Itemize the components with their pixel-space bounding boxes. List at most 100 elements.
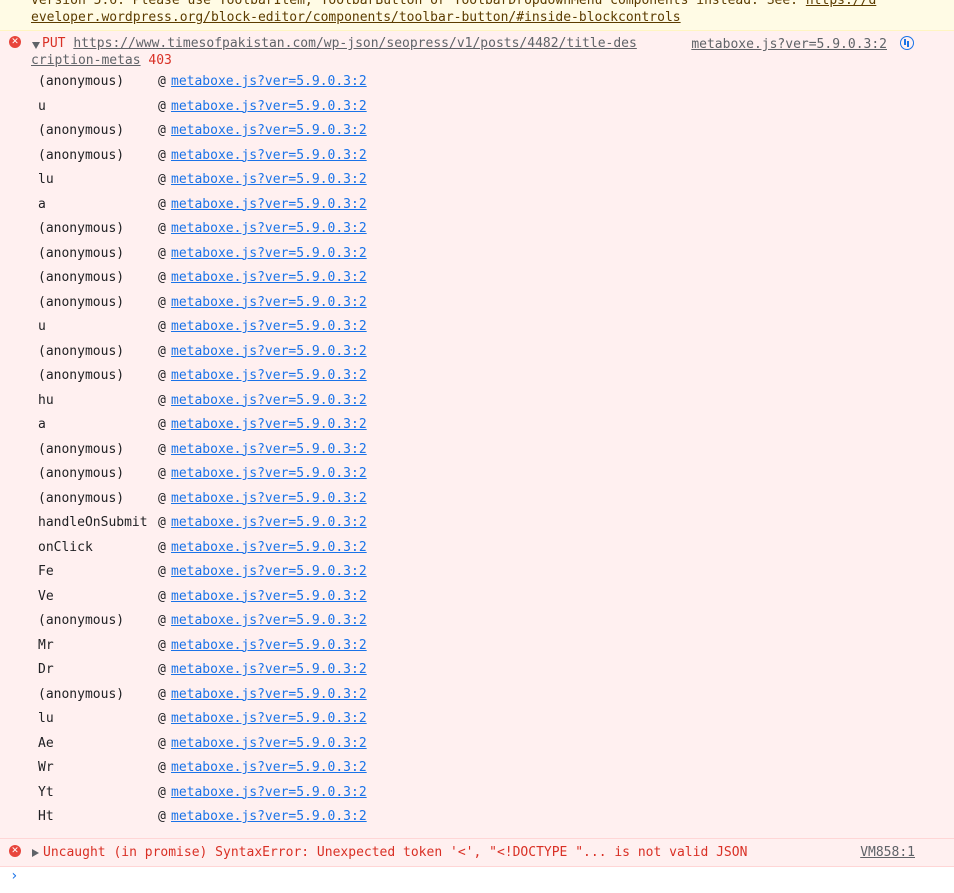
stack-frame-link[interactable]: metaboxe.js?ver=5.9.0.3:2 [171,246,367,261]
uncaught-error-text: Uncaught (in promise) SyntaxError: Unexp… [43,845,748,860]
stack-frame: lu @ metaboxe.js?ver=5.9.0.3:2 [0,172,500,197]
stack-frame: (anonymous) @ metaboxe.js?ver=5.9.0.3:2 [0,613,500,638]
stack-frame-at: @ [158,637,166,653]
stack-frame-function: lu [38,172,54,187]
stack-frame-link[interactable]: metaboxe.js?ver=5.9.0.3:2 [171,319,367,334]
stack-frame-link[interactable]: metaboxe.js?ver=5.9.0.3:2 [171,589,367,604]
stack-frame: (anonymous) @ metaboxe.js?ver=5.9.0.3:2 [0,295,500,320]
stack-frame-link[interactable]: metaboxe.js?ver=5.9.0.3:2 [171,515,367,530]
stack-frame: Mr @ metaboxe.js?ver=5.9.0.3:2 [0,638,500,663]
stack-frame-link[interactable]: metaboxe.js?ver=5.9.0.3:2 [171,760,367,775]
stack-frame-at: @ [158,466,166,481]
stack-frame-link[interactable]: metaboxe.js?ver=5.9.0.3:2 [171,417,367,432]
stack-frame-function: hu [38,392,54,408]
stack-frame: (anonymous) @ metaboxe.js?ver=5.9.0.3:2 [0,246,500,271]
stack-frame: Ae @ metaboxe.js?ver=5.9.0.3:2 [0,736,500,761]
stack-frame-link[interactable]: metaboxe.js?ver=5.9.0.3:2 [171,393,367,408]
stack-frame: (anonymous) @ metaboxe.js?ver=5.9.0.3:2 [0,442,500,467]
stack-frame-link[interactable]: metaboxe.js?ver=5.9.0.3:2 [171,809,367,824]
source-link[interactable]: metaboxe.js?ver=5.9.0.3:2 [691,37,887,52]
stack-frame: (anonymous) @ metaboxe.js?ver=5.9.0.3:2 [0,466,500,491]
stack-frame-at: @ [158,735,166,751]
stack-frame-link[interactable]: metaboxe.js?ver=5.9.0.3:2 [171,564,367,579]
warning-doc-link[interactable]: https://d [806,0,876,8]
triangle-right-icon[interactable] [32,849,39,857]
network-sync-icon[interactable] [900,36,914,50]
stack-frame-function: (anonymous) [38,245,125,261]
chevron-right-icon: › [10,868,19,884]
stack-frame: Wr @ metaboxe.js?ver=5.9.0.3:2 [0,760,500,785]
stack-frame-at: @ [158,172,166,187]
stack-frame: handleOnSubmit @ metaboxe.js?ver=5.9.0.3:2 [0,515,500,540]
stack-frame-function: a [38,417,46,432]
request-line-1: PUT https://www.timesofpakistan.com/wp-j… [42,36,637,51]
stack-frame-function: u [38,98,46,114]
stack-frame-link[interactable]: metaboxe.js?ver=5.9.0.3:2 [171,466,367,481]
stack-frame-function: Yt [38,784,54,800]
stack-frame-function: Ht [38,809,54,824]
stack-frame-link[interactable]: metaboxe.js?ver=5.9.0.3:2 [171,638,367,653]
stack-frame-link[interactable]: metaboxe.js?ver=5.9.0.3:2 [171,148,367,163]
stack-frame-link[interactable]: metaboxe.js?ver=5.9.0.3:2 [171,687,367,702]
stack-frame-function: Ae [38,735,54,751]
stack-frame-link[interactable]: metaboxe.js?ver=5.9.0.3:2 [171,736,367,751]
stack-frame-link[interactable]: metaboxe.js?ver=5.9.0.3:2 [171,344,367,359]
vm-source-link[interactable]: VM858:1 [860,845,915,860]
stack-frame-function: u [38,319,46,334]
stack-frame-function: (anonymous) [38,343,125,359]
warning-doc-link-continued[interactable]: eveloper.wordpress.org/block-editor/comp… [31,10,681,25]
stack-frame-link[interactable]: metaboxe.js?ver=5.9.0.3:2 [171,613,367,628]
stack-frame-function: a [38,196,46,212]
stack-frame-at: @ [158,123,166,138]
stack-frame-at: @ [158,588,166,604]
stack-frame-function: (anonymous) [38,74,125,89]
stack-frame-function: lu [38,711,54,726]
stack-frame-at: @ [158,564,166,579]
stack-frame-link[interactable]: metaboxe.js?ver=5.9.0.3:2 [171,540,367,555]
stack-frame: (anonymous) @ metaboxe.js?ver=5.9.0.3:2 [0,687,500,712]
stack-frame-function: (anonymous) [38,441,125,457]
warning-line-2: eveloper.wordpress.org/block-editor/comp… [31,10,681,26]
stack-frame-at: @ [158,196,166,212]
stack-frame: a @ metaboxe.js?ver=5.9.0.3:2 [0,197,500,222]
stack-frame: Yt @ metaboxe.js?ver=5.9.0.3:2 [0,785,500,810]
stack-frame: (anonymous) @ metaboxe.js?ver=5.9.0.3:2 [0,344,500,369]
stack-frame-at: @ [158,760,166,775]
console-input[interactable] [28,868,928,886]
stack-frame: Ht @ metaboxe.js?ver=5.9.0.3:2 [0,809,500,834]
stack-frame: (anonymous) @ metaboxe.js?ver=5.9.0.3:2 [0,368,500,393]
stack-frame-link[interactable]: metaboxe.js?ver=5.9.0.3:2 [171,172,367,187]
stack-frame-at: @ [158,515,166,530]
request-line-2: cription-metas 403 [31,53,172,68]
stack-frame-link[interactable]: metaboxe.js?ver=5.9.0.3:2 [171,123,367,138]
stack-frame-link[interactable]: metaboxe.js?ver=5.9.0.3:2 [171,221,367,236]
stack-frame-link[interactable]: metaboxe.js?ver=5.9.0.3:2 [171,295,367,310]
stack-frame-link[interactable]: metaboxe.js?ver=5.9.0.3:2 [171,662,367,677]
stack-frame-link[interactable]: metaboxe.js?ver=5.9.0.3:2 [171,74,367,89]
stack-frame: Fe @ metaboxe.js?ver=5.9.0.3:2 [0,564,500,589]
request-url-link[interactable]: https://www.timesofpakistan.com/wp-json/… [73,36,637,51]
stack-frame-link[interactable]: metaboxe.js?ver=5.9.0.3:2 [171,197,367,212]
error-circle-icon: ✕ [9,845,21,857]
stack-frame-at: @ [158,98,166,114]
stack-frame-function: (anonymous) [38,294,125,310]
stack-frame-at: @ [158,245,166,261]
request-url-link-continued[interactable]: cription-metas [31,53,141,68]
stack-frame-link[interactable]: metaboxe.js?ver=5.9.0.3:2 [171,368,367,383]
stack-frame-link[interactable]: metaboxe.js?ver=5.9.0.3:2 [171,99,367,114]
warning-text: version 5.6. Please use ToolbarItem, Too… [31,0,806,8]
triangle-down-icon[interactable] [32,42,40,49]
stack-frame: (anonymous) @ metaboxe.js?ver=5.9.0.3:2 [0,221,500,246]
stack-frame-link[interactable]: metaboxe.js?ver=5.9.0.3:2 [171,442,367,457]
stack-frame-at: @ [158,319,166,334]
stack-frame-function: Mr [38,637,54,653]
stack-frame-function: (anonymous) [38,221,125,236]
stack-frame-link[interactable]: metaboxe.js?ver=5.9.0.3:2 [171,711,367,726]
stack-frame-at: @ [158,809,166,824]
stack-frame-link[interactable]: metaboxe.js?ver=5.9.0.3:2 [171,785,367,800]
stack-frame-link[interactable]: metaboxe.js?ver=5.9.0.3:2 [171,270,367,285]
stack-frame-link[interactable]: metaboxe.js?ver=5.9.0.3:2 [171,491,367,506]
stack-frame: u @ metaboxe.js?ver=5.9.0.3:2 [0,99,500,124]
network-error-message: ✕ PUT https://www.timesofpakistan.com/wp… [0,31,954,839]
warning-line-1: version 5.6. Please use ToolbarItem, Too… [31,0,876,9]
